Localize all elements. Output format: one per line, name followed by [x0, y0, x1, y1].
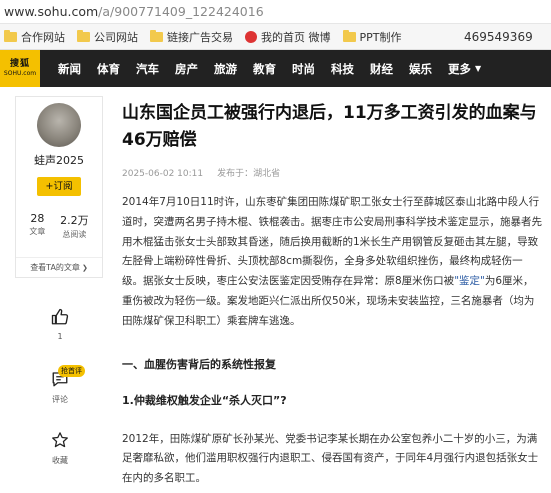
reads-stat: 2.2万 总阅读 — [60, 212, 89, 240]
bookmark-label: 我的首页 微博 — [261, 30, 331, 44]
article-paragraph: 2012年，田陈煤矿原矿长孙某光、党委书记李某长期在办公室包养小二十岁的小三，为… — [122, 432, 539, 485]
nav-item-finance[interactable]: 财经 — [370, 61, 393, 77]
nav-item-auto[interactable]: 汽车 — [136, 61, 159, 77]
article-meta: 2025-06-02 10:11 发布于：湖北省 — [122, 166, 542, 179]
author-card: 蛙声2025 +订阅 28 文章 2.2万 总阅读 查看TA的文章 ❯ — [15, 96, 103, 278]
nav-item-fashion[interactable]: 时尚 — [292, 61, 315, 77]
folder-icon — [77, 29, 90, 42]
articles-stat: 28 文章 — [29, 212, 45, 240]
nav-item-tech[interactable]: 科技 — [331, 61, 354, 77]
logo-subtext: SOHU.com — [3, 70, 37, 77]
comment-label: 评论 — [52, 395, 68, 404]
bookmark-label: 链接广告交易 — [167, 30, 233, 44]
nav-item-news[interactable]: 新闻 — [58, 61, 81, 77]
see-author-articles-link[interactable]: 查看TA的文章 ❯ — [16, 257, 102, 277]
bookmark-hezuo[interactable]: 合作网站 — [4, 29, 65, 45]
folder-icon — [4, 29, 17, 42]
author-name[interactable]: 蛙声2025 — [16, 152, 102, 168]
first-comment-badge: 抢首评 — [58, 365, 85, 377]
collect-label: 收藏 — [52, 456, 68, 465]
bookmarks-bar: 合作网站 公司网站 链接广告交易 我的首页 微博 PPT制作 469549369 — [0, 24, 551, 50]
reads-label: 总阅读 — [62, 230, 87, 239]
chevron-down-icon: ▼ — [475, 64, 482, 73]
article-paragraph: 2014年7月10日11时许，山东枣矿集团田陈煤矿职工张女士行至薛城区泰山北路中… — [122, 193, 542, 332]
bookmark-label: 合作网站 — [21, 30, 65, 44]
bookmark-lianjie[interactable]: 链接广告交易 — [150, 29, 233, 45]
article-source: 发布于：湖北省 — [217, 169, 281, 179]
inline-link[interactable]: "鉴定" — [454, 275, 485, 287]
nav-item-sports[interactable]: 体育 — [97, 61, 120, 77]
star-icon — [40, 428, 80, 452]
nav-item-realestate[interactable]: 房产 — [175, 61, 198, 77]
bookmark-ppt[interactable]: PPT制作 — [342, 29, 402, 45]
bookmark-shouye[interactable]: 我的首页 微博 — [245, 29, 331, 45]
subsection-heading: 1.仲裁维权触发企业“杀人灭口”? — [122, 393, 287, 407]
thumbs-up-icon — [40, 305, 80, 329]
weibo-icon — [245, 30, 257, 43]
avatar[interactable] — [37, 103, 81, 147]
nav-item-entertainment[interactable]: 娱乐 — [409, 61, 432, 77]
top-nav: 搜狐 SOHU.com 新闻 体育 汽车 房产 旅游 教育 时尚 科技 财经 娱… — [0, 50, 551, 87]
paragraph-text: 2014年7月10日11时许，山东枣矿集团田陈煤矿职工张女士行至薛城区泰山北路中… — [122, 196, 542, 288]
subscribe-button[interactable]: +订阅 — [37, 177, 81, 196]
qq-number: 469549369 — [464, 29, 533, 44]
article-date: 2025-06-02 10:11 — [122, 169, 204, 179]
bookmark-label: PPT制作 — [359, 30, 402, 44]
nav-more[interactable]: 更多 ▼ — [448, 61, 481, 77]
folder-icon — [342, 29, 356, 42]
collect-action[interactable]: 收藏 — [40, 428, 80, 466]
articles-count: 28 — [30, 212, 45, 225]
articles-label: 文章 — [29, 227, 46, 236]
reads-count: 2.2万 — [60, 214, 89, 227]
bookmark-label: 公司网站 — [94, 30, 138, 44]
author-stats: 28 文章 2.2万 总阅读 — [16, 212, 102, 240]
section-heading: 一、血腥伤害背后的系统性报复 — [122, 357, 276, 371]
nav-more-label: 更多 — [448, 61, 471, 76]
logo-text: 搜狐 — [9, 59, 30, 69]
address-bar[interactable]: www.sohu.com/a/900771409_122424016 — [0, 0, 551, 24]
comment-action[interactable]: 抢首评 评论 — [40, 365, 85, 405]
article-title: 山东国企员工被强行内退后，11万多工资引发的血案与46万赔偿 — [122, 103, 537, 150]
nav-item-travel[interactable]: 旅游 — [214, 61, 237, 77]
article: 山东国企员工被强行内退后，11万多工资引发的血案与46万赔偿 2025-06-0… — [122, 100, 542, 489]
sohu-logo[interactable]: 搜狐 SOHU.com — [0, 50, 40, 87]
url-host: www.sohu.com — [4, 4, 99, 19]
chevron-right-icon: ❯ — [81, 263, 88, 272]
bookmark-gongsi[interactable]: 公司网站 — [77, 29, 138, 45]
nav-item-education[interactable]: 教育 — [253, 61, 276, 77]
url-path: /a/900771409_122424016 — [98, 4, 264, 19]
see-author-articles-label: 查看TA的文章 — [30, 263, 80, 272]
like-action[interactable]: 1 — [40, 305, 80, 341]
like-count: 1 — [57, 332, 63, 341]
folder-icon — [150, 29, 163, 42]
